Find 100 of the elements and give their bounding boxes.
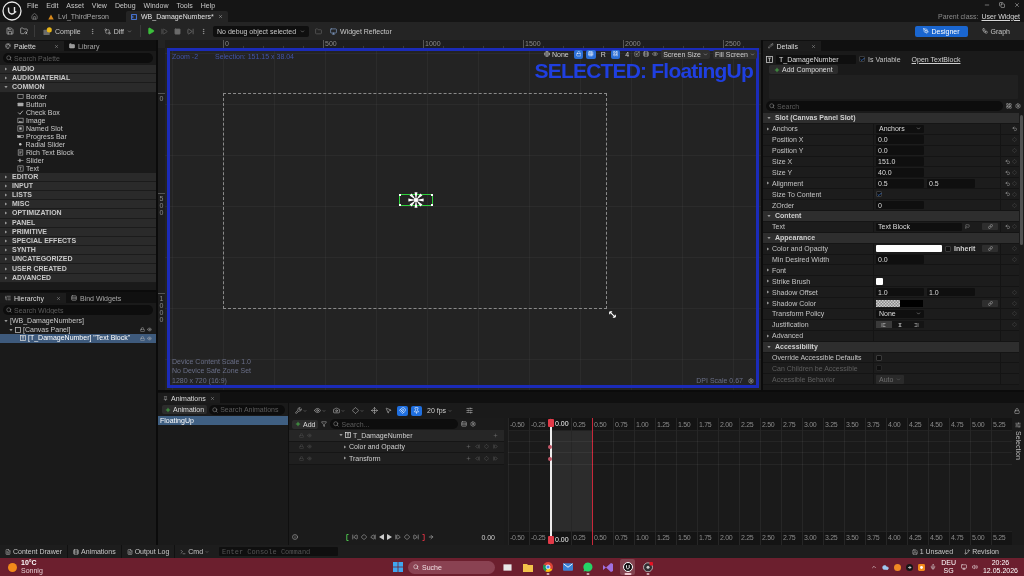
settings-icon[interactable] [1015,103,1021,109]
reset-icon[interactable] [1004,158,1010,165]
close-icon[interactable] [54,43,59,49]
search-icon [413,564,419,570]
plus-icon[interactable] [466,455,471,461]
tray-app-icon[interactable] [906,563,914,571]
playhead-line[interactable] [550,424,552,539]
cloud-icon[interactable] [882,563,890,571]
color-swatch[interactable] [876,299,923,307]
bracket-icon[interactable] [346,533,349,541]
stop-icon[interactable] [174,27,182,35]
sliders-icon[interactable] [466,407,474,414]
eye-icon[interactable] [652,51,659,57]
playhead-handle[interactable] [548,419,554,427]
reverse-play-icon[interactable] [379,534,384,540]
text-icon [17,165,24,173]
reset-icon[interactable] [1004,191,1010,197]
tool-button[interactable] [369,405,380,416]
bracket-icon[interactable] [422,533,425,541]
reset-icon[interactable] [1004,169,1010,176]
close-icon[interactable] [210,395,215,401]
plus-icon[interactable] [466,444,471,450]
monitor-icon[interactable] [960,564,967,570]
tray-app-icon[interactable] [894,563,902,571]
color-swatch[interactable] [876,245,942,253]
taskbar-button[interactable] [620,559,635,575]
save-icon [911,548,918,555]
skip-forward-icon[interactable] [187,27,195,35]
progress-bar-icon [17,133,24,141]
justify-button[interactable] [908,321,924,329]
asterisk-icon[interactable] [407,191,425,209]
settings-icon[interactable] [748,378,754,384]
justify-button[interactable] [876,321,892,329]
chevron-up-icon[interactable] [871,564,878,570]
reset-icon[interactable] [1004,224,1010,230]
info-icon[interactable] [292,534,298,540]
playhead-handle[interactable] [548,536,554,544]
close-icon[interactable] [1014,2,1020,8]
bind-button[interactable] [982,223,998,231]
keyframe-icon[interactable] [548,445,552,450]
lock-icon[interactable] [140,327,145,333]
justify-button[interactable] [892,321,908,329]
rows-icon[interactable] [461,421,468,427]
sliders-icon[interactable] [1015,422,1021,428]
keyframe-icon[interactable] [548,456,552,461]
eye-icon[interactable] [147,335,152,341]
taskbar-button[interactable] [640,559,655,575]
tool-button[interactable] [397,405,408,416]
taskbar-button[interactable] [540,559,555,575]
plus-icon [774,66,780,73]
bind-button[interactable] [982,299,998,307]
skip-forward-icon[interactable] [413,534,419,540]
settings-icon[interactable] [470,421,477,427]
lock-icon[interactable] [1014,407,1020,414]
scale-icon[interactable] [634,51,641,57]
close-icon[interactable] [811,43,816,49]
checkbox[interactable] [876,354,882,361]
checkbox[interactable] [859,56,865,62]
checkbox[interactable] [876,191,882,198]
speaker-icon[interactable] [971,564,978,570]
lock-icon[interactable] [140,335,145,341]
skip-back-icon[interactable] [352,534,358,540]
home-icon[interactable] [31,13,38,20]
play-icon[interactable] [387,534,392,540]
microphone-icon[interactable] [930,564,937,570]
eye-icon[interactable] [147,327,152,333]
lock-toggle[interactable] [573,49,584,59]
arrow-right-icon[interactable] [428,534,434,540]
browse-icon[interactable] [20,27,28,35]
reset-icon[interactable] [1011,126,1017,132]
square-outline-icon [15,326,21,333]
bind-button[interactable] [982,245,998,253]
plus-icon[interactable] [493,432,498,438]
chevron-down-icon [896,376,902,382]
filter-icon[interactable] [321,421,328,427]
restore-icon[interactable] [999,2,1005,8]
tray-app-icon[interactable] [918,563,926,571]
diamond-icon[interactable] [404,534,410,540]
globe-icon [543,51,550,57]
step-back-icon[interactable] [370,534,376,540]
checkbox[interactable] [945,245,951,252]
grid-toggle[interactable] [610,49,621,59]
tool-button[interactable] [411,405,422,416]
film-icon[interactable] [643,51,650,57]
flag-icon[interactable] [965,224,970,230]
start-icon[interactable] [393,562,403,572]
slider-icon [17,157,24,165]
document-icon [17,149,24,157]
play-icon[interactable] [147,27,156,35]
save-icon[interactable] [6,27,14,35]
color-swatch[interactable] [876,277,883,285]
reset-icon[interactable] [1004,180,1010,187]
close-icon[interactable] [56,295,61,301]
layout-toggle[interactable] [586,49,596,59]
close-icon[interactable] [217,14,223,19]
chevron-down-icon [916,311,921,317]
search-icon [769,103,775,109]
eye-icon [314,407,321,414]
grid-icon[interactable] [1006,103,1012,109]
diamond-icon[interactable] [361,534,367,540]
